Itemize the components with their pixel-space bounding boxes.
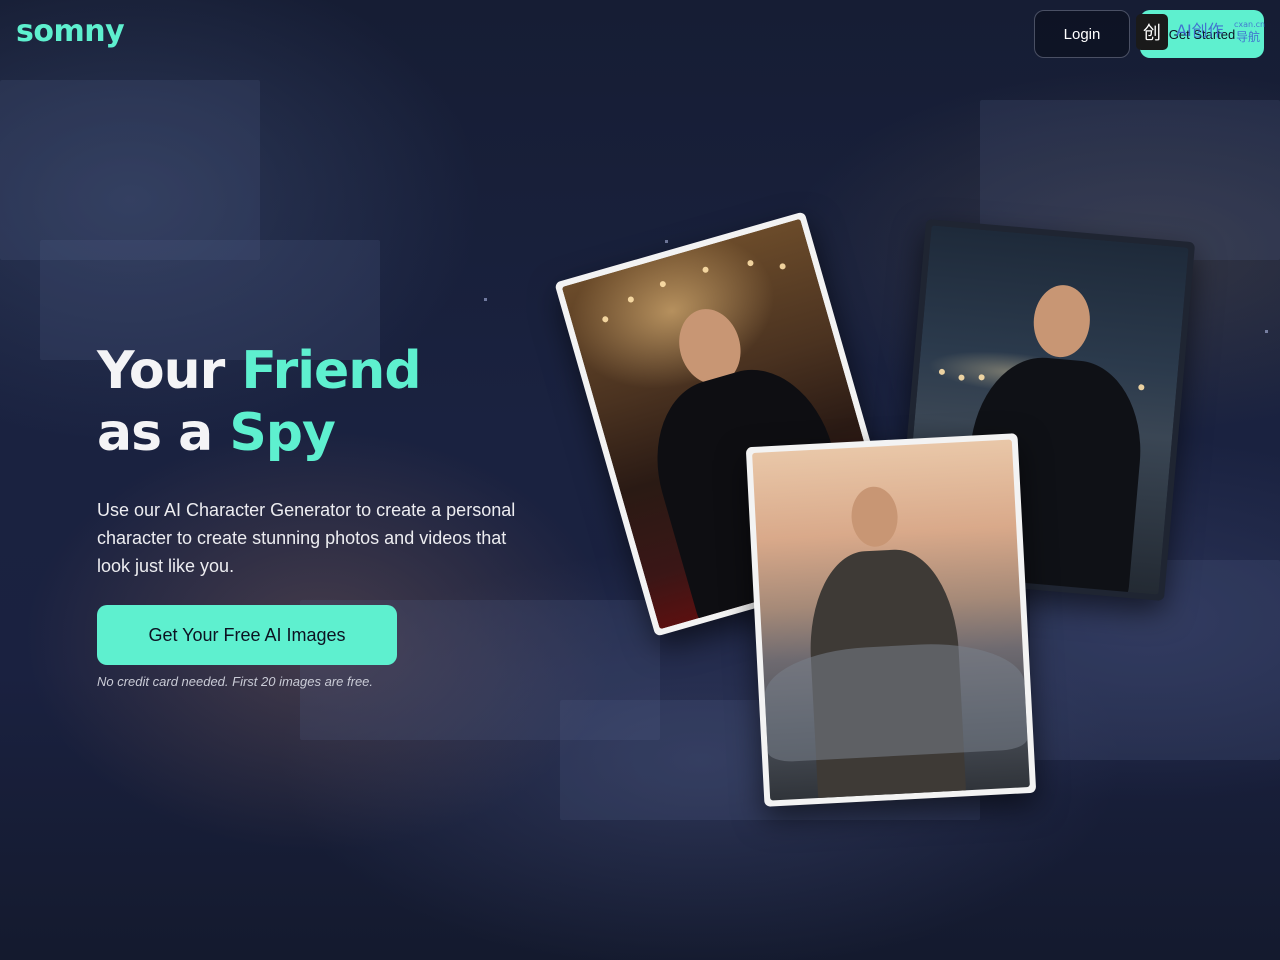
title-line2-plain: as a — [97, 403, 230, 463]
photo-card-sunset — [745, 433, 1037, 807]
get-free-images-button[interactable]: Get Your Free AI Images — [97, 605, 397, 665]
free-images-note: No credit card needed. First 20 images a… — [97, 674, 374, 689]
title-line1-plain: Your — [97, 341, 242, 401]
watermark-sub2: 导航 — [1236, 30, 1261, 44]
logo[interactable]: somny — [16, 14, 125, 49]
hero-description: Use our AI Character Generator to create… — [97, 500, 516, 576]
title-line1-accent: Friend — [241, 341, 421, 401]
watermark-text: AI创作 — [1176, 21, 1224, 40]
login-button[interactable]: Login — [1034, 10, 1130, 58]
sunset-photo — [752, 439, 1030, 801]
hero-title: Your Friend as a Spy — [97, 340, 577, 464]
site-header: somny Login Get Started 创 AI创作 cxan.cn 导… — [0, 0, 1280, 68]
watermark-logo-icon: 创 — [1136, 14, 1168, 50]
title-line2-accent: Spy — [229, 403, 336, 463]
